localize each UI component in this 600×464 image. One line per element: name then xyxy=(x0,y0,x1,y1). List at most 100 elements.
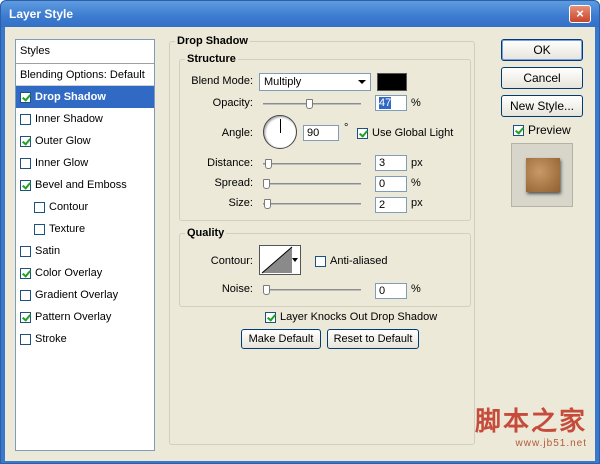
contour-picker[interactable] xyxy=(259,245,301,275)
style-item-bevel-and-emboss[interactable]: Bevel and Emboss xyxy=(16,174,154,196)
style-item-label: Pattern Overlay xyxy=(35,311,112,323)
make-default-button[interactable]: Make Default xyxy=(241,329,321,349)
style-checkbox[interactable] xyxy=(34,223,45,235)
noise-slider[interactable] xyxy=(263,285,361,295)
size-unit: px xyxy=(411,197,423,209)
style-item-inner-shadow[interactable]: Inner Shadow xyxy=(16,108,154,130)
angle-label: Angle: xyxy=(221,127,253,139)
style-item-inner-glow[interactable]: Inner Glow xyxy=(16,152,154,174)
style-checkbox[interactable] xyxy=(34,201,45,213)
opacity-unit: % xyxy=(411,97,421,109)
distance-unit: px xyxy=(411,157,423,169)
distance-input[interactable]: 3 xyxy=(375,155,407,171)
close-button[interactable]: × xyxy=(569,5,591,23)
style-checkbox[interactable] xyxy=(20,135,31,147)
opacity-slider-thumb[interactable] xyxy=(306,99,313,109)
reset-to-default-button[interactable]: Reset to Default xyxy=(327,329,419,349)
style-checkbox[interactable] xyxy=(20,179,31,191)
style-checkbox[interactable] xyxy=(20,113,31,125)
noise-slider-thumb[interactable] xyxy=(263,285,270,295)
style-item-outer-glow[interactable]: Outer Glow xyxy=(16,130,154,152)
size-slider[interactable] xyxy=(263,199,361,209)
spread-slider-thumb[interactable] xyxy=(263,179,270,189)
blend-mode-label: Blend Mode: xyxy=(191,75,253,87)
style-item-label: Satin xyxy=(35,245,61,257)
dialog-client: Styles Blending Options: Default Drop Sh… xyxy=(5,27,595,461)
chevron-down-icon xyxy=(358,80,366,84)
distance-slider-thumb[interactable] xyxy=(265,159,272,169)
size-slider-thumb[interactable] xyxy=(264,199,271,209)
style-item-label: Texture xyxy=(49,223,86,235)
style-item-label: Gradient Overlay xyxy=(35,289,119,301)
style-item-satin[interactable]: Satin xyxy=(16,240,154,262)
cancel-button[interactable]: Cancel xyxy=(501,67,583,89)
size-input[interactable]: 2 xyxy=(375,197,407,213)
use-global-light[interactable]: Use Global Light xyxy=(357,127,453,139)
quality-title: Quality xyxy=(185,227,227,239)
anti-aliased-checkbox[interactable] xyxy=(315,255,326,267)
style-item-drop-shadow[interactable]: Drop Shadow xyxy=(16,86,154,108)
use-global-light-checkbox[interactable] xyxy=(357,127,368,139)
style-item-label: Color Overlay xyxy=(35,267,103,279)
title-bar[interactable]: Layer Style × xyxy=(1,1,599,27)
angle-input[interactable]: 90 xyxy=(303,125,339,141)
style-item-label: Stroke xyxy=(35,333,67,345)
style-item-stroke[interactable]: Stroke xyxy=(16,328,154,350)
style-checkbox[interactable] xyxy=(20,289,31,301)
structure-title: Structure xyxy=(185,53,238,65)
styles-list: Styles Blending Options: Default Drop Sh… xyxy=(15,39,155,451)
blending-options-item[interactable]: Blending Options: Default xyxy=(16,64,154,86)
styles-header[interactable]: Styles xyxy=(16,40,154,64)
style-checkbox[interactable] xyxy=(20,267,31,279)
distance-label: Distance: xyxy=(207,157,253,169)
drop-shadow-panel: Drop Shadow Structure Blend Mode: Multip… xyxy=(169,35,479,451)
spread-label: Spread: xyxy=(214,177,253,189)
contour-dropdown-icon[interactable] xyxy=(292,258,298,262)
style-checkbox[interactable] xyxy=(20,245,31,257)
distance-slider[interactable] xyxy=(263,159,361,169)
anti-aliased[interactable]: Anti-aliased xyxy=(315,255,387,267)
style-item-pattern-overlay[interactable]: Pattern Overlay xyxy=(16,306,154,328)
shadow-color-swatch[interactable] xyxy=(377,73,407,91)
noise-input[interactable]: 0 xyxy=(375,283,407,299)
opacity-label: Opacity: xyxy=(212,97,253,109)
quality-group xyxy=(179,233,471,307)
opacity-input[interactable]: 47 xyxy=(375,95,407,111)
style-item-contour[interactable]: Contour xyxy=(16,196,154,218)
style-item-texture[interactable]: Texture xyxy=(16,218,154,240)
style-item-label: Inner Shadow xyxy=(35,113,103,125)
anti-aliased-label: Anti-aliased xyxy=(330,255,388,267)
spread-unit: % xyxy=(411,177,421,189)
spread-input[interactable]: 0 xyxy=(375,176,407,192)
preview-thumbnail xyxy=(511,143,573,207)
style-item-label: Contour xyxy=(49,201,89,213)
style-checkbox[interactable] xyxy=(20,157,31,169)
contour-label: Contour: xyxy=(210,255,253,267)
style-checkbox[interactable] xyxy=(20,311,31,323)
preview-label: Preview xyxy=(528,123,571,137)
noise-unit: % xyxy=(411,283,421,295)
spread-slider[interactable] xyxy=(263,179,361,189)
preview-toggle[interactable]: Preview xyxy=(513,123,571,137)
angle-dial[interactable] xyxy=(263,115,297,149)
ok-button[interactable]: OK xyxy=(501,39,583,61)
new-style-button[interactable]: New Style... xyxy=(501,95,583,117)
preview-checkbox[interactable] xyxy=(513,124,524,136)
size-label: Size: xyxy=(228,197,253,209)
style-checkbox[interactable] xyxy=(20,333,31,345)
style-checkbox[interactable] xyxy=(20,91,31,103)
style-item-gradient-overlay[interactable]: Gradient Overlay xyxy=(16,284,154,306)
style-item-label: Inner Glow xyxy=(35,157,89,169)
watermark-text: 脚本之家 xyxy=(474,407,587,437)
style-item-label: Drop Shadow xyxy=(35,91,106,103)
blend-mode-value: Multiply xyxy=(264,76,302,88)
use-global-light-label: Use Global Light xyxy=(372,127,454,139)
layer-knocks-out[interactable]: Layer Knocks Out Drop Shadow xyxy=(265,311,437,323)
blend-mode-select[interactable]: Multiply xyxy=(259,73,371,91)
layer-knocks-out-checkbox[interactable] xyxy=(265,311,276,323)
layer-style-window: Layer Style × Styles Blending Options: D… xyxy=(0,0,600,464)
watermark-url: www.jb51.net xyxy=(515,438,587,449)
noise-label: Noise: xyxy=(221,283,253,295)
opacity-slider[interactable] xyxy=(263,99,361,109)
style-item-color-overlay[interactable]: Color Overlay xyxy=(16,262,154,284)
